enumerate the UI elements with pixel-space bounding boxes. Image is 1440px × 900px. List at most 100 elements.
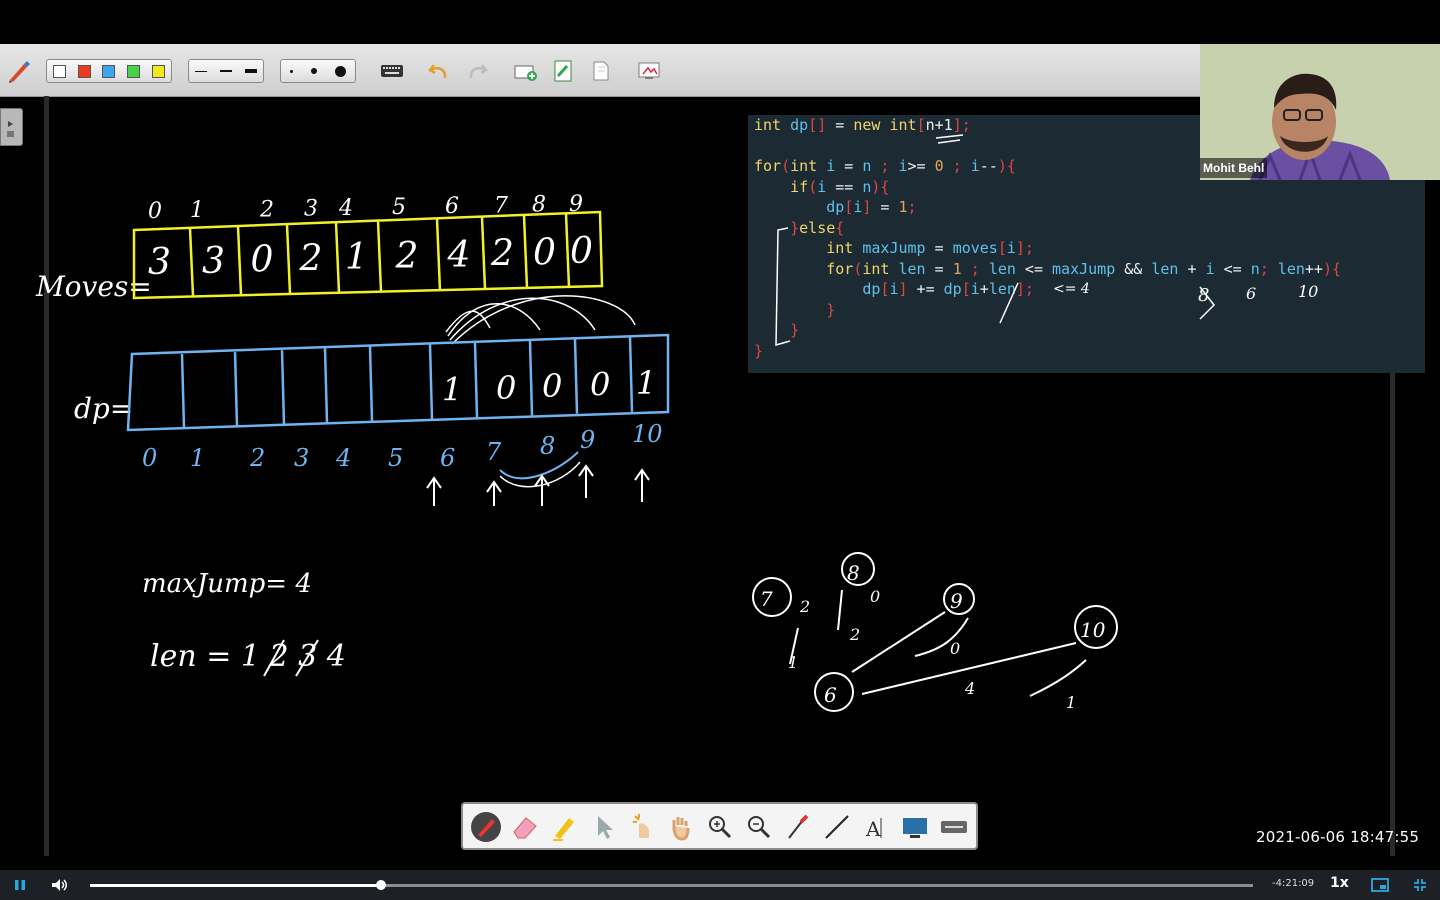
pen-tool-icon[interactable] [469, 810, 503, 844]
dp-divider [628, 336, 634, 412]
moves-index: 4 [338, 196, 353, 221]
magic-hand-icon[interactable] [625, 810, 659, 844]
volume-icon[interactable] [50, 875, 70, 895]
code-note-10: 10 [1298, 282, 1318, 301]
eraser-icon[interactable] [508, 810, 542, 844]
dp-index: 9 [580, 426, 595, 454]
dot-small-button[interactable] [290, 69, 293, 73]
color-swatch-3[interactable] [127, 64, 141, 78]
dp-value: 1 [442, 370, 462, 408]
progress-fill [90, 884, 381, 887]
drawing-tool-palette: A [461, 802, 978, 850]
graph-edge-label: 0 [870, 587, 880, 606]
graph [752, 552, 1118, 712]
picture-in-picture-icon[interactable] [1370, 875, 1390, 895]
dp-array-box [126, 333, 670, 432]
moves-value: 0 [533, 232, 556, 273]
new-page-icon[interactable] [512, 59, 538, 83]
playback-speed-button[interactable]: 1x [1330, 875, 1349, 891]
color-swatch-4[interactable] [152, 64, 166, 78]
recording-timestamp: 2021-06-06 18:47:55 [1256, 828, 1420, 846]
dot-medium-button[interactable] [311, 68, 317, 74]
line-thick-button[interactable] [244, 69, 257, 73]
dp-divider [528, 340, 534, 416]
exit-fullscreen-icon[interactable] [1410, 875, 1430, 895]
line-thin-button[interactable] [195, 70, 208, 72]
dp-index: 0 [142, 444, 157, 472]
moves-divider [564, 213, 571, 288]
screen-icon[interactable] [898, 810, 932, 844]
redo-icon[interactable] [464, 59, 490, 83]
dp-divider [323, 348, 329, 423]
export-icon[interactable] [550, 59, 576, 83]
dot-large-button[interactable] [335, 65, 346, 77]
keyboard-icon[interactable] [379, 59, 405, 83]
pen-logo-icon[interactable] [6, 58, 32, 84]
graph-labels: 7891062204101 [760, 561, 1106, 712]
screen-capture-icon[interactable] [636, 59, 662, 83]
moves-value: 3 [202, 241, 225, 282]
moves-index: 2 [259, 197, 274, 222]
line-icon[interactable] [820, 810, 854, 844]
dp-divider [233, 352, 239, 427]
moves-value: 0 [251, 240, 274, 281]
webcam-overlay: Mohit Behl [1200, 44, 1440, 180]
graph-edge-label: 4 [964, 679, 975, 698]
whiteboard-toolbar [0, 44, 1200, 97]
color-swatch-2[interactable] [102, 64, 116, 78]
moves-divider [435, 218, 442, 291]
dp-index: 4 [335, 444, 351, 472]
moves-value: 1 [345, 237, 368, 278]
code-note-8: 8 [1198, 285, 1209, 306]
graph-node-label: 8 [847, 561, 860, 585]
moves-index: 1 [190, 198, 204, 223]
graph-node-label: 9 [950, 589, 963, 613]
graph-edge-label: 1 [1066, 693, 1076, 712]
moves-value: 4 [447, 235, 471, 276]
time-remaining: -4:21:09 [1272, 878, 1315, 889]
graph-edge-label: 2 [799, 597, 810, 616]
video-player-bar: -4:21:09 1x [0, 870, 1440, 900]
moves-value: 3 [148, 242, 171, 283]
zoom-out-icon[interactable] [742, 810, 776, 844]
pointer-icon[interactable] [586, 810, 620, 844]
code-note-cond: <= 4 [1053, 281, 1090, 297]
pause-icon[interactable] [10, 875, 30, 895]
graph-node-label: 10 [1080, 618, 1106, 642]
color-swatch-1[interactable] [77, 64, 91, 78]
undo-icon[interactable] [426, 59, 452, 83]
graph-node-label: 7 [760, 587, 773, 611]
dp-index: 6 [440, 444, 455, 472]
hand-icon[interactable] [664, 810, 698, 844]
brush-icon[interactable] [781, 810, 815, 844]
zoom-in-icon[interactable] [703, 810, 737, 844]
dp-divider [473, 342, 479, 418]
dp-value: 0 [590, 366, 610, 404]
dp-label: dp= [74, 392, 133, 425]
moves-value: 2 [490, 234, 514, 275]
line-medium-button[interactable] [219, 70, 232, 72]
dp-index: 5 [388, 444, 403, 472]
dp-divider [573, 338, 579, 414]
moves-indices: 0123456789 [148, 192, 583, 224]
maxjump-note: maxJump= 4 [142, 569, 312, 599]
svg-text:A: A [865, 817, 881, 841]
moves-value: 0 [570, 231, 593, 272]
highlighter-icon[interactable] [547, 810, 581, 844]
text-icon[interactable]: A [859, 810, 893, 844]
dot-size-group [280, 59, 356, 83]
color-swatch-0[interactable] [52, 64, 66, 78]
dp-index: 7 [486, 438, 502, 466]
color-picker-group [46, 59, 172, 83]
moves-divider [236, 226, 243, 295]
progress-slider[interactable] [90, 880, 1253, 890]
dp-divider [428, 344, 434, 420]
moves-divider [334, 222, 341, 293]
progress-knob[interactable] [375, 880, 386, 890]
page-icon[interactable] [588, 59, 614, 83]
dp-divider [180, 353, 186, 429]
moves-divider [522, 215, 529, 289]
moves-index: 5 [392, 195, 406, 220]
dp-index: 2 [249, 444, 265, 472]
keyboard-icon[interactable] [937, 810, 971, 844]
